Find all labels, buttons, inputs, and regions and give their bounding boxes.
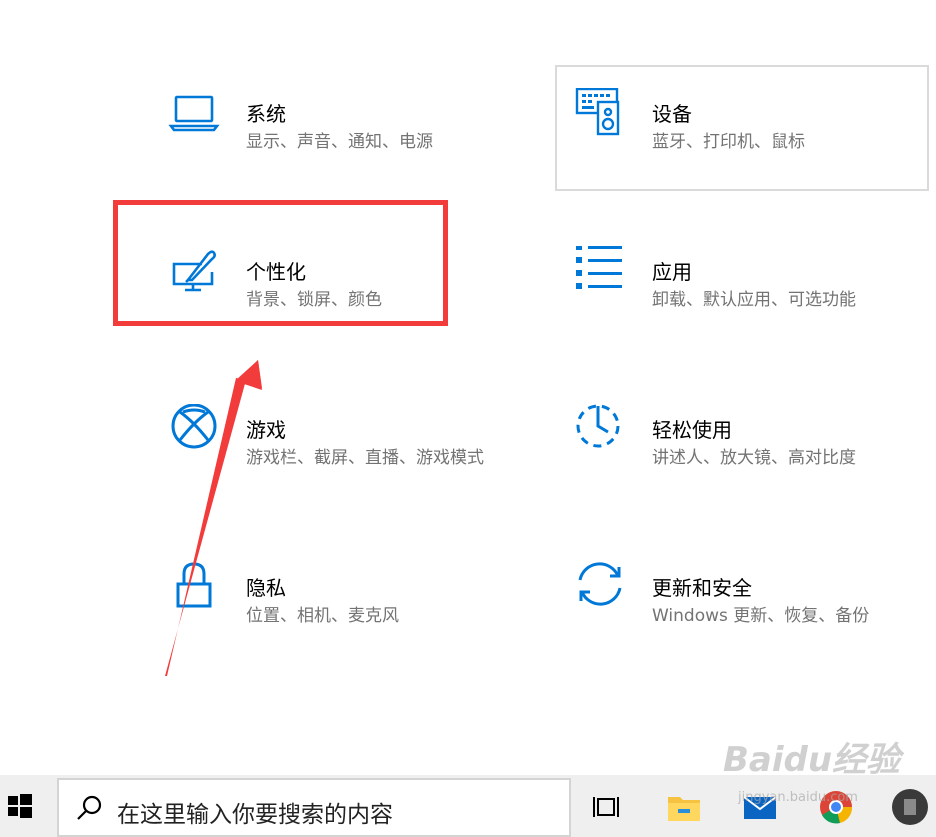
tile-title: 应用: [652, 260, 692, 284]
tile-title: 隐私: [246, 576, 286, 600]
tile-title: 设备: [652, 102, 692, 126]
settings-tile-update-security[interactable]: 更新和安全 Windows 更新、恢复、备份: [574, 562, 936, 682]
settings-tile-devices[interactable]: 设备 蓝牙、打印机、鼠标: [574, 87, 936, 208]
settings-tile-apps[interactable]: 应用 卸载、默认应用、可选功能: [574, 244, 936, 366]
tile-description: 游戏栏、截屏、直播、游戏模式: [246, 448, 484, 468]
tile-title: 系统: [246, 102, 286, 126]
windows-start-icon[interactable]: [0, 775, 48, 837]
tile-title: 游戏: [246, 418, 286, 442]
keyboard-speaker-icon: [574, 87, 630, 144]
settings-tile-gaming[interactable]: 游戏 游戏栏、截屏、直播、游戏模式: [168, 403, 548, 524]
taskbar-search-box[interactable]: 在这里输入你要搜索的内容: [57, 778, 571, 837]
tile-description: 讲述人、放大镜、高对比度: [652, 448, 856, 468]
tile-description: Windows 更新、恢复、备份: [652, 606, 870, 626]
settings-tile-ease-of-access[interactable]: 轻松使用 讲述人、放大镜、高对比度: [574, 404, 936, 524]
ease-of-access-icon: [574, 404, 630, 460]
file-explorer-icon[interactable]: [664, 787, 704, 827]
tile-description: 位置、相机、麦克风: [246, 606, 399, 626]
baidu-watermark-url: jingyan.baidu.com: [738, 790, 858, 805]
list-icon: [574, 244, 630, 302]
laptop-icon: [168, 88, 224, 144]
baidu-watermark: Baidu经验: [723, 740, 901, 780]
tile-description: 卸载、默认应用、可选功能: [652, 290, 856, 310]
tile-description: 显示、声音、通知、电源: [246, 132, 433, 152]
tile-description: 蓝牙、打印机、鼠标: [652, 132, 805, 152]
tile-title: 轻松使用: [652, 418, 732, 442]
sync-icon: [574, 562, 630, 618]
settings-tile-privacy[interactable]: 隐私 位置、相机、麦克风: [168, 562, 548, 682]
search-placeholder: 在这里输入你要搜索的内容: [117, 802, 393, 828]
app-icon[interactable]: [890, 787, 930, 827]
xbox-icon: [168, 403, 224, 460]
task-view-icon[interactable]: [588, 787, 628, 827]
taskbar: 在这里输入你要搜索的内容: [0, 775, 936, 837]
settings-tile-system[interactable]: 系统 显示、声音、通知、电源: [168, 88, 548, 208]
tile-title: 更新和安全: [652, 576, 752, 600]
highlight-rectangle: [113, 200, 448, 326]
lock-icon: [168, 562, 224, 618]
search-icon: [75, 794, 103, 822]
